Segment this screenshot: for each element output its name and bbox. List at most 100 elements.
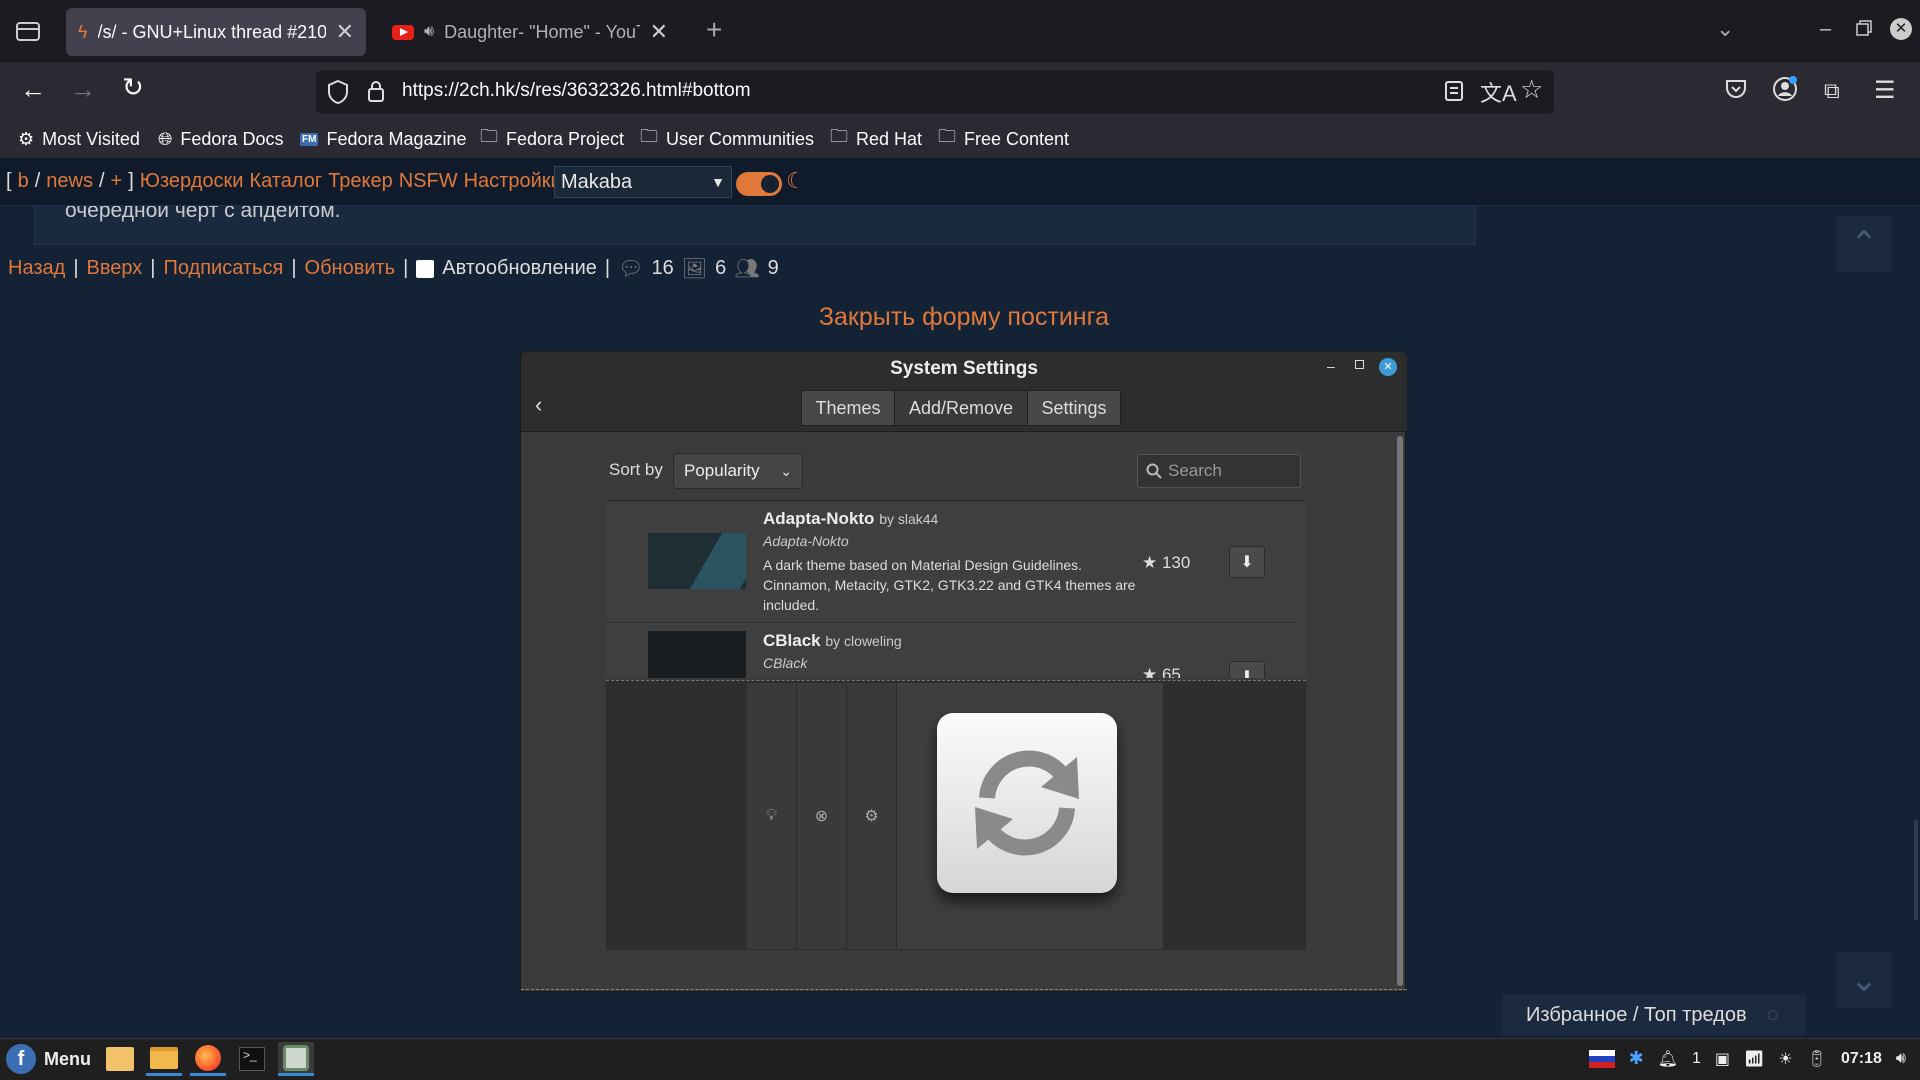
- url-text[interactable]: https://2ch.hk/s/res/3632326.html#bottom: [402, 80, 751, 102]
- keyboard-layout-flag-icon[interactable]: [1588, 1049, 1615, 1068]
- firefox-icon[interactable]: [190, 1042, 226, 1076]
- light-bulb-column[interactable]: 💡︎: [747, 683, 797, 949]
- tab-youtube[interactable]: 🔊︎ Daughter- "Home" - YouTube ✕: [380, 8, 680, 56]
- link-userboards[interactable]: Юзердоски: [140, 170, 244, 193]
- download-button[interactable]: ⬇: [1229, 661, 1265, 678]
- subscribe-link[interactable]: Подписаться: [163, 257, 283, 280]
- fedora-logo-icon: f: [6, 1044, 36, 1074]
- extensions-icon[interactable]: ⧉: [1824, 78, 1840, 104]
- clock[interactable]: 07:18: [1841, 1050, 1882, 1068]
- search-input[interactable]: Search: [1137, 454, 1301, 488]
- bookmark-fedora-docs[interactable]: 🌐︎ Fedora Docs: [158, 126, 283, 152]
- board-link-news[interactable]: news: [46, 170, 93, 193]
- back-arrow-icon[interactable]: ‹: [535, 392, 542, 418]
- volume-icon[interactable]: 🔊︎: [1896, 1050, 1906, 1068]
- scroll-up-button[interactable]: ⌃: [1836, 216, 1892, 272]
- star-icon[interactable]: ☆: [1520, 74, 1543, 105]
- lightning-icon: ϟ: [78, 21, 88, 42]
- bookmark-red-hat[interactable]: 🗀 Red Hat: [830, 126, 922, 152]
- download-button[interactable]: ⬇: [1229, 546, 1265, 578]
- battery-icon[interactable]: 🔋︎: [1807, 1049, 1827, 1069]
- terminal-icon[interactable]: >_: [234, 1042, 270, 1076]
- brightness-icon[interactable]: ☀: [1778, 1049, 1792, 1069]
- bookmark-fedora-magazine[interactable]: FM Fedora Magazine: [300, 126, 467, 152]
- fedora-magazine-icon: FM: [300, 132, 319, 146]
- tab-settings[interactable]: Settings: [1027, 390, 1121, 426]
- close-icon[interactable]: ✕: [1379, 358, 1397, 376]
- reader-view-icon[interactable]: [1444, 80, 1464, 102]
- light-bulb-icon: 💡︎: [765, 807, 778, 824]
- link-settings[interactable]: Настройки: [464, 170, 562, 193]
- tab-close-icon[interactable]: ✕: [650, 19, 668, 45]
- shield-icon[interactable]: [326, 79, 350, 105]
- account-icon[interactable]: [1772, 76, 1798, 102]
- page-scrollbar[interactable]: [1914, 820, 1918, 920]
- theme-thumbnail: [648, 533, 746, 589]
- list-item[interactable]: Adapta-Nokto by slak44 Adapta-Nokto A da…: [606, 501, 1296, 623]
- close-post-form-link[interactable]: Закрыть форму постинга: [0, 303, 1920, 332]
- sort-select[interactable]: Popularity ⌄: [673, 453, 803, 489]
- translate-icon[interactable]: 文A: [1480, 76, 1517, 108]
- speaker-icon[interactable]: 🔊︎: [424, 23, 434, 41]
- close-window-icon[interactable]: ✕: [1890, 18, 1912, 40]
- tab-2ch-thread[interactable]: ϟ /s/ - GNU+Linux thread #2104 ✕: [66, 8, 366, 56]
- sort-label: Sort by: [609, 460, 663, 479]
- chevron-down-icon[interactable]: ⌄: [1716, 16, 1734, 42]
- system-settings-icon[interactable]: [278, 1042, 314, 1076]
- new-tab-button[interactable]: +: [706, 14, 722, 46]
- moon-icon[interactable]: ☾: [786, 168, 806, 194]
- up-link[interactable]: Вверх: [87, 257, 143, 280]
- list-item[interactable]: CBlack by cloweling CBlack ★ 65 ⬇: [606, 623, 1296, 678]
- autorefresh-checkbox[interactable]: [416, 259, 435, 278]
- search-icon: [1146, 463, 1162, 479]
- separator: /: [34, 170, 41, 192]
- files-icon[interactable]: [102, 1042, 138, 1076]
- separator: |: [150, 257, 156, 279]
- favorites-panel-button[interactable]: Избранное / Топ тредов ◌: [1502, 995, 1806, 1035]
- link-nsfw[interactable]: NSFW: [399, 170, 458, 193]
- forward-icon[interactable]: →: [70, 74, 96, 105]
- dialog-scrollbar[interactable]: [1397, 436, 1403, 986]
- theme-description: A dark theme based on Material Design Gu…: [763, 557, 1136, 613]
- tab-close-icon[interactable]: ✕: [336, 19, 354, 45]
- restore-icon[interactable]: [1856, 20, 1872, 36]
- bookmark-free-content[interactable]: 🗀 Free Content: [938, 126, 1069, 152]
- tab-themes[interactable]: Themes: [801, 390, 895, 426]
- notification-icon[interactable]: 🔔︎: [1658, 1049, 1678, 1069]
- link-tracker[interactable]: Трекер: [328, 170, 393, 193]
- pocket-icon[interactable]: [1724, 78, 1748, 100]
- lock-icon[interactable]: [366, 79, 386, 103]
- theme-subtitle: Adapta-Nokto: [763, 533, 849, 549]
- bracket: ]: [128, 170, 134, 192]
- bookmark-most-visited[interactable]: ⚙ Most Visited: [18, 126, 140, 152]
- remove-column[interactable]: ⊗: [797, 683, 847, 949]
- file-manager-icon[interactable]: [146, 1042, 182, 1076]
- bookmark-user-communities[interactable]: 🗀 User Communities: [640, 126, 814, 152]
- maximize-icon[interactable]: [1355, 360, 1364, 369]
- bluetooth-icon[interactable]: ✱: [1629, 1048, 1644, 1069]
- link-catalog[interactable]: Каталог: [249, 170, 322, 193]
- hamburger-icon[interactable]: ☰: [1874, 76, 1896, 105]
- board-link-plus[interactable]: +: [111, 170, 123, 193]
- refresh-link[interactable]: Обновить: [305, 257, 396, 280]
- tab-add-remove[interactable]: Add/Remove: [894, 390, 1028, 426]
- back-icon[interactable]: ←: [20, 74, 46, 105]
- style-select[interactable]: Makaba ▼: [554, 166, 732, 198]
- tab-list-icon[interactable]: [14, 18, 42, 44]
- wifi-icon[interactable]: 📶︎: [1744, 1049, 1764, 1069]
- minimize-icon[interactable]: –: [1820, 18, 1831, 41]
- board-link-b[interactable]: b: [18, 170, 29, 193]
- display-icon[interactable]: ▣: [1715, 1049, 1730, 1069]
- night-mode-toggle[interactable]: [736, 172, 782, 196]
- theme-name: CBlack by cloweling: [763, 631, 902, 651]
- bookmark-fedora-project[interactable]: 🗀 Fedora Project: [480, 126, 624, 152]
- minimize-icon[interactable]: –: [1327, 358, 1335, 374]
- back-link[interactable]: Назад: [8, 257, 65, 280]
- start-menu-button[interactable]: f Menu: [6, 1044, 91, 1074]
- search-placeholder: Search: [1168, 461, 1222, 480]
- settings-column[interactable]: ⚙: [847, 683, 897, 949]
- folder-icon: 🗀: [640, 126, 658, 146]
- bookmark-label: Free Content: [964, 128, 1070, 149]
- scroll-down-button[interactable]: ⌄: [1836, 952, 1892, 1008]
- reload-icon[interactable]: ↻: [122, 72, 144, 103]
